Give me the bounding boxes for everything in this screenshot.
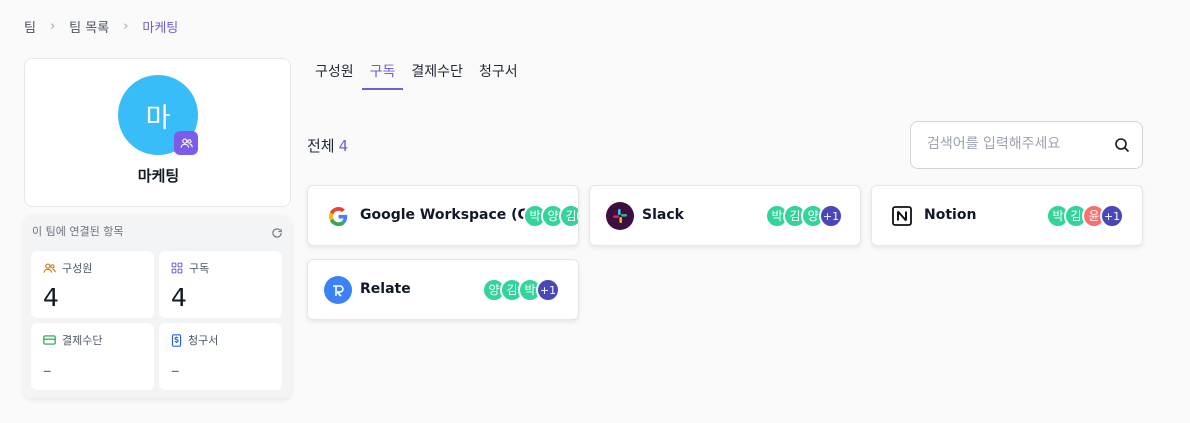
stat-invoices-label: 청구서	[188, 334, 219, 347]
breadcrumb-team[interactable]: 팀	[24, 17, 36, 36]
subscription-card-notion[interactable]: Notion 박 김 윤 +1	[871, 185, 1143, 246]
subscription-name: Slack	[642, 207, 684, 223]
notion-logo-icon	[890, 204, 914, 228]
tab-invoices[interactable]: 청구서	[471, 52, 526, 90]
breadcrumb: 팀 › 팀 목록 › 마케팅	[24, 17, 179, 36]
subscription-name: Relate	[360, 281, 411, 297]
member-avatars: 박 김 윤 +1	[1046, 204, 1124, 228]
stat-payment-value: –	[43, 361, 52, 381]
search-box[interactable]	[910, 121, 1143, 169]
member-avatars: 양 김 박 +1	[482, 278, 560, 302]
stat-invoices-value: –	[171, 361, 180, 381]
linked-items-title: 이 팀에 연결된 항목	[32, 225, 124, 238]
grid-icon	[171, 262, 183, 274]
stat-members[interactable]: 구성원 4	[31, 251, 154, 318]
total-number: 4	[338, 137, 349, 155]
linked-items-panel: 이 팀에 연결된 항목 구성원 4 구독 4 결제수단 – 청구서 –	[24, 215, 291, 398]
search-input[interactable]	[927, 136, 1107, 152]
more-members-badge: +1	[1100, 204, 1124, 228]
subscription-name: Notion	[924, 207, 977, 223]
subscription-card-relate[interactable]: Relate 양 김 박 +1	[307, 259, 579, 320]
credit-card-icon	[43, 335, 56, 345]
tab-payment-methods[interactable]: 결제수단	[403, 52, 471, 90]
relate-logo-icon	[324, 276, 352, 304]
total-count: 전체 4	[307, 135, 348, 156]
stat-invoices-label-row: 청구서	[171, 332, 218, 348]
stat-invoices[interactable]: 청구서 –	[159, 323, 282, 390]
breadcrumb-team-list[interactable]: 팀 목록	[69, 17, 109, 36]
stat-subscriptions[interactable]: 구독 4	[159, 251, 282, 318]
tab-members[interactable]: 구성원	[307, 52, 362, 90]
subscription-card-slack[interactable]: Slack 박 김 양 +1	[589, 185, 861, 246]
slack-logo-icon	[606, 202, 634, 230]
stat-members-label: 구성원	[62, 262, 93, 275]
team-name: 마케팅	[137, 167, 180, 185]
more-members-badge: +1	[536, 278, 560, 302]
users-icon	[43, 262, 56, 273]
tab-subscriptions[interactable]: 구독	[361, 52, 404, 90]
member-avatars: 박 양 김 +1	[523, 204, 578, 228]
member-avatars: 박 김 양 +1	[765, 204, 843, 228]
avatar: 김	[559, 204, 578, 228]
tab-bar: 구성원 구독 결제수단 청구서	[307, 52, 526, 90]
stat-subscriptions-label: 구독	[189, 262, 210, 275]
chevron-right-icon: ›	[123, 18, 129, 34]
team-avatar-initial: 마	[145, 102, 171, 134]
invoice-icon	[171, 333, 182, 347]
stat-members-label-row: 구성원	[43, 260, 92, 276]
stat-payment-label-row: 결제수단	[43, 332, 102, 348]
team-profile-card: 마 마케팅	[24, 58, 291, 207]
search-icon[interactable]	[1114, 137, 1130, 153]
chevron-right-icon: ›	[49, 18, 56, 34]
stat-payment-label: 결제수단	[62, 334, 103, 347]
refresh-icon[interactable]	[271, 224, 283, 243]
stat-subscriptions-label-row: 구독	[171, 260, 209, 276]
total-label: 전체	[307, 137, 335, 155]
team-badge-icon	[174, 131, 198, 155]
google-logo-icon	[326, 204, 350, 228]
breadcrumb-current: 마케팅	[142, 20, 179, 36]
more-members-badge: +1	[819, 204, 843, 228]
stat-subscriptions-value: 4	[171, 283, 187, 312]
stat-members-value: 4	[43, 283, 59, 312]
subscription-card-google-workspace[interactable]: Google Workspace (G-suite) 박 양 김 +1	[307, 185, 579, 246]
stat-payment-methods[interactable]: 결제수단 –	[31, 323, 154, 390]
